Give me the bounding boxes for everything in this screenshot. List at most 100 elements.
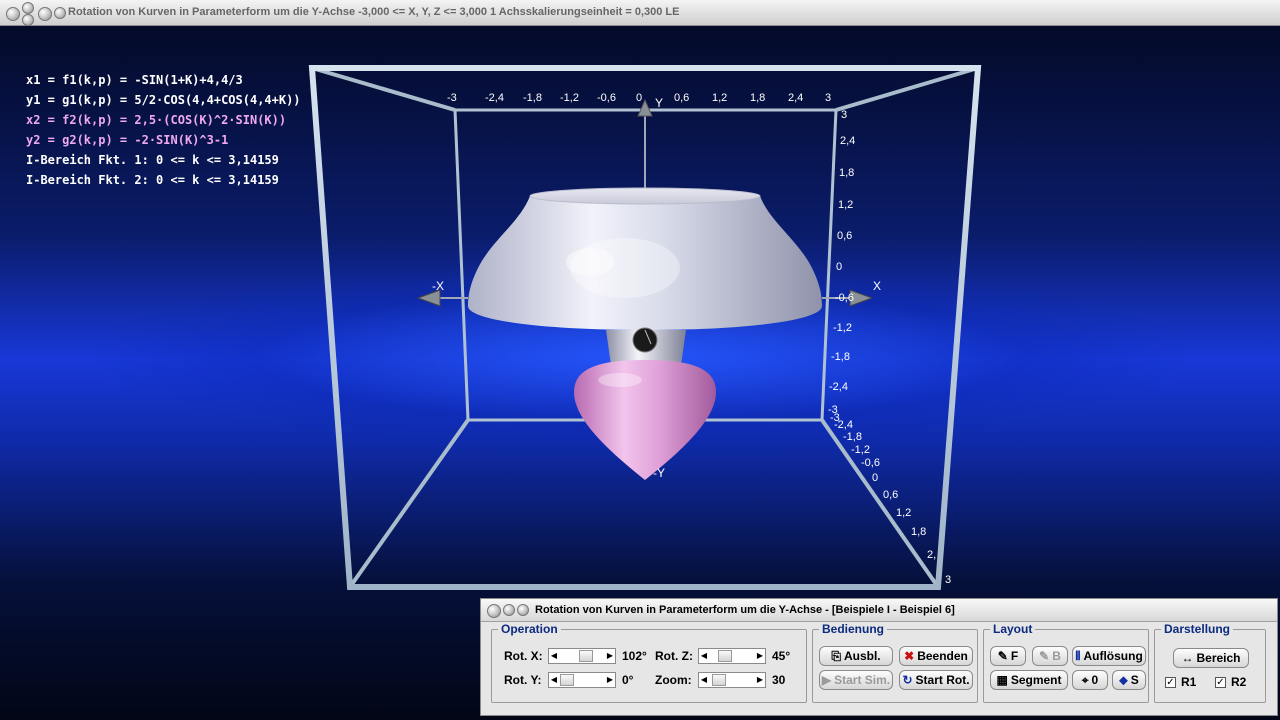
x-tick: 3 bbox=[825, 92, 832, 104]
group-operation-label: Operation bbox=[498, 622, 561, 636]
zoom-slider[interactable]: ◀ ▶ bbox=[698, 672, 766, 688]
slider-right-arrow-icon[interactable]: ▶ bbox=[605, 649, 615, 663]
panel-close-button[interactable] bbox=[487, 604, 501, 618]
rot-z-label: Rot. Z: bbox=[655, 649, 693, 663]
zero-button[interactable]: ⌖ 0 bbox=[1072, 670, 1108, 690]
rot-y-label: Rot. Y: bbox=[504, 673, 542, 687]
group-layout-label: Layout bbox=[990, 622, 1036, 636]
y-tick: 0,6 bbox=[837, 230, 853, 242]
r2-checkbox[interactable]: ✓ bbox=[1215, 677, 1226, 688]
formula-y2: y2 = g2(k,p) = -2·SIN(K)^3-1 bbox=[26, 133, 229, 147]
slider-thumb[interactable] bbox=[718, 650, 732, 662]
control-panel: Rotation von Kurven in Parameterform um … bbox=[480, 598, 1278, 716]
z-tick: 1,8 bbox=[911, 526, 927, 538]
r1-checkbox[interactable]: ✓ bbox=[1165, 677, 1176, 688]
rot-y-value: 0° bbox=[622, 673, 634, 687]
slider-left-arrow-icon[interactable]: ◀ bbox=[699, 649, 709, 663]
bereich-button[interactable]: ↔ Bereich bbox=[1173, 648, 1249, 668]
z-tick: -1,2 bbox=[851, 444, 870, 456]
hide-icon: ⎘ bbox=[831, 648, 841, 663]
z-tick: 1,2 bbox=[896, 507, 912, 519]
window-maximize-button[interactable] bbox=[22, 14, 34, 26]
window-option-button[interactable] bbox=[54, 7, 66, 19]
y-tick: 3 bbox=[841, 109, 848, 121]
panel-menu-button[interactable] bbox=[517, 604, 529, 616]
window-close-button[interactable] bbox=[6, 7, 20, 21]
y-tick: 1,2 bbox=[838, 199, 854, 211]
beenden-button[interactable]: ✖ Beenden bbox=[899, 646, 973, 666]
interval-fkt2: I-Bereich Fkt. 2: 0 <= k <= 3,14159 bbox=[26, 173, 279, 187]
x-axis-label: X bbox=[873, 279, 882, 293]
y-tick: 0 bbox=[836, 261, 843, 273]
r2-label: R2 bbox=[1231, 675, 1247, 689]
rot-y-slider[interactable]: ◀ ▶ bbox=[548, 672, 616, 688]
start-rot-button[interactable]: ↻ Start Rot. bbox=[899, 670, 973, 690]
s-button[interactable]: ⬥ S bbox=[1112, 670, 1146, 690]
rotate-icon: ↻ bbox=[902, 673, 913, 687]
y-axis-label: Y bbox=[655, 96, 664, 110]
window-title: Rotation von Kurven in Parameterform um … bbox=[68, 6, 680, 18]
group-darstellung: Darstellung ↔ Bereich ✓ R1 ✓ R2 bbox=[1154, 622, 1266, 703]
slider-left-arrow-icon[interactable]: ◀ bbox=[549, 673, 559, 687]
y-tick: -2,4 bbox=[829, 381, 848, 393]
group-bedienung: Bedienung ⎘ Ausbl. ✖ Beenden ▶ Start Sim. ↻… bbox=[812, 622, 978, 703]
x-tick: -2,4 bbox=[485, 92, 504, 104]
paint-icon: ⬥ bbox=[1119, 672, 1128, 687]
formula-x2: x2 = f2(k,p) = 2,5·(COS(K)^2·SIN(K)) bbox=[26, 113, 287, 127]
ausbl-button[interactable]: ⎘ Ausbl. bbox=[819, 646, 893, 666]
main-title-bar[interactable]: Rotation von Kurven in Parameterform um … bbox=[0, 0, 1280, 26]
rot-x-slider[interactable]: ◀ ▶ bbox=[548, 648, 616, 664]
neg-y-axis-label: -Y bbox=[653, 466, 665, 480]
formula-list: x1 = f1(k,p) = -SIN(1+K)+4,4/3 y1 = g1(k… bbox=[26, 70, 301, 190]
group-layout: Layout ✎ F ✎ B ⦀ Auflösung ▦ Segment ⌖ 0 ⬥ S bbox=[983, 622, 1149, 703]
y-tick: -1,8 bbox=[831, 351, 850, 363]
grid-icon: ▦ bbox=[996, 673, 1008, 687]
slider-left-arrow-icon[interactable]: ◀ bbox=[549, 649, 559, 663]
slider-left-arrow-icon[interactable]: ◀ bbox=[699, 673, 709, 687]
panel-title: Rotation von Kurven in Parameterform um … bbox=[535, 604, 955, 616]
x-tick: -1,8 bbox=[523, 92, 542, 104]
aufloesung-button[interactable]: ⦀ Auflösung bbox=[1072, 646, 1146, 666]
z-tick: 0,6 bbox=[883, 489, 899, 501]
z-tick: 3 bbox=[945, 574, 952, 586]
y-tick: 1,8 bbox=[839, 167, 855, 179]
fill-icon: ✎ bbox=[997, 649, 1008, 663]
x-tick: 0 bbox=[636, 92, 643, 104]
panel-minimize-button[interactable] bbox=[503, 604, 515, 616]
rot-x-label: Rot. X: bbox=[504, 649, 543, 663]
start-sim-button[interactable]: ▶ Start Sim. bbox=[819, 670, 893, 690]
segment-button[interactable]: ▦ Segment bbox=[990, 670, 1068, 690]
group-darstellung-label: Darstellung bbox=[1161, 622, 1234, 636]
x-tick: -3 bbox=[447, 92, 457, 104]
formula-y1: y1 = g1(k,p) = 5/2·COS(4,4+COS(4,4+K)) bbox=[26, 93, 301, 107]
z-tick: 0 bbox=[872, 472, 879, 484]
zoom-label: Zoom: bbox=[655, 673, 692, 687]
zoom-value: 30 bbox=[772, 673, 786, 687]
window-minimize-button[interactable] bbox=[22, 2, 34, 14]
slider-thumb[interactable] bbox=[712, 674, 726, 686]
brush-icon: ✎ bbox=[1039, 649, 1050, 663]
panel-title-bar[interactable]: Rotation von Kurven in Parameterform um … bbox=[481, 599, 1277, 622]
x-tick: -0,6 bbox=[597, 92, 616, 104]
group-operation: Operation Rot. X: ◀ ▶ 102° Rot. Y: ◀ ▶ 0… bbox=[491, 622, 807, 703]
rot-x-value: 102° bbox=[622, 649, 647, 663]
slider-thumb[interactable] bbox=[579, 650, 593, 662]
surface-r2 bbox=[574, 360, 716, 480]
resolution-icon: ⦀ bbox=[1075, 648, 1081, 663]
z-tick: -0,6 bbox=[861, 457, 880, 469]
x-tick: 2,4 bbox=[788, 92, 804, 104]
y-tick: -0,6 bbox=[835, 292, 854, 304]
slider-right-arrow-icon[interactable]: ▶ bbox=[605, 673, 615, 687]
f-button[interactable]: ✎ F bbox=[990, 646, 1026, 666]
window-menu-button[interactable] bbox=[38, 7, 52, 21]
slider-thumb[interactable] bbox=[560, 674, 574, 686]
rot-z-value: 45° bbox=[772, 649, 791, 663]
slider-right-arrow-icon[interactable]: ▶ bbox=[755, 649, 765, 663]
neg-x-axis-label: -X bbox=[432, 279, 444, 293]
rot-z-slider[interactable]: ◀ ▶ bbox=[698, 648, 766, 664]
x-tick: 1,2 bbox=[712, 92, 728, 104]
formula-x1: x1 = f1(k,p) = -SIN(1+K)+4,4/3 bbox=[26, 73, 243, 87]
z-tick: 2, bbox=[927, 549, 937, 561]
slider-right-arrow-icon[interactable]: ▶ bbox=[755, 673, 765, 687]
b-button[interactable]: ✎ B bbox=[1032, 646, 1068, 666]
